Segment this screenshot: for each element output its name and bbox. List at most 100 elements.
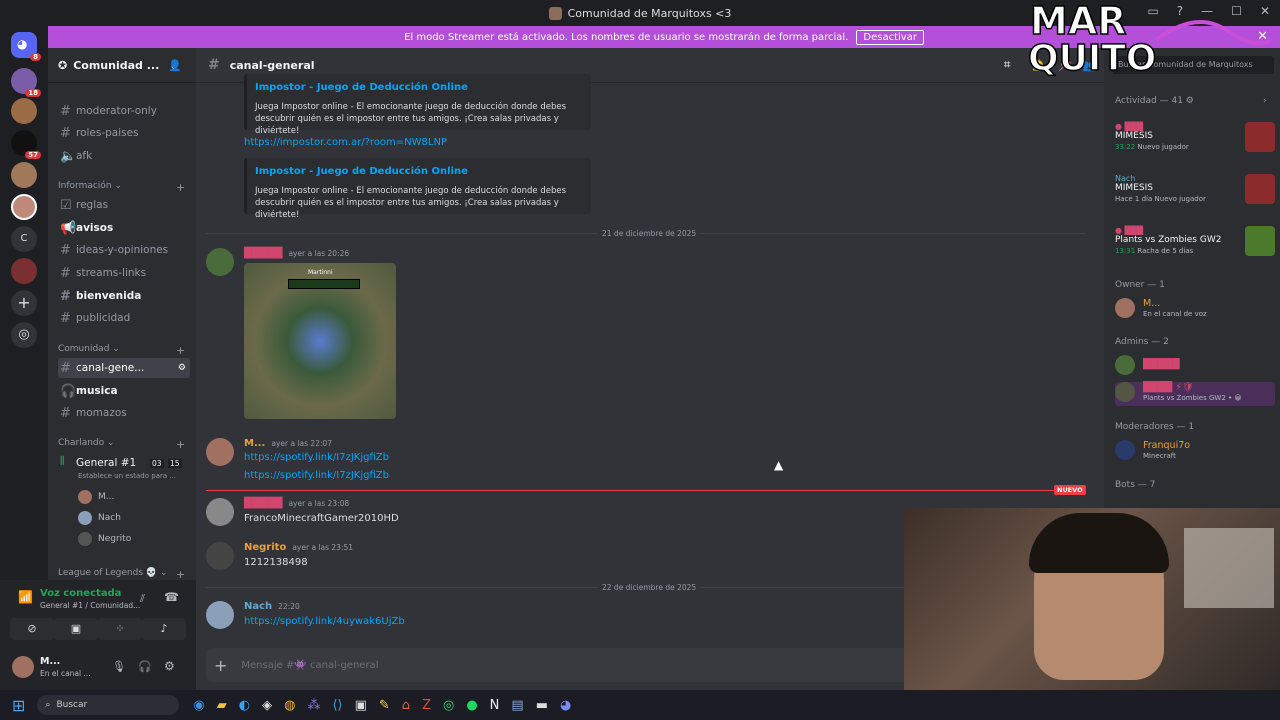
channel-moderator-only[interactable]: # moderator-only	[58, 101, 190, 121]
channel-reglas[interactable]: ☑ reglas	[58, 195, 190, 215]
server-icon[interactable]: 18	[11, 68, 41, 97]
message-link[interactable]: https://impostor.com.ar/?room=NW8LNP	[244, 137, 447, 148]
voice-status-text[interactable]: Establece un estado para ...	[78, 472, 176, 480]
channel-avisos[interactable]: 📢 avisos	[58, 218, 190, 238]
server-icon[interactable]	[11, 98, 37, 124]
category-league-of-legends[interactable]: League of Legends 💀 ⌄ +	[58, 568, 185, 581]
channel-roles-paises[interactable]: # roles-paises	[58, 123, 190, 143]
app-icon[interactable]: ✎	[379, 698, 390, 713]
microphone-icon[interactable]: 🎙	[112, 660, 126, 673]
voice-user[interactable]: Nach	[78, 511, 121, 525]
app-icon[interactable]: ▣	[355, 698, 367, 713]
activity-card[interactable]: ● ███ MIMESIS 33:22 Nuevo jugador	[1115, 122, 1275, 158]
add-member-icon[interactable]: 👤	[168, 59, 182, 72]
voice-user[interactable]: Negrito	[78, 532, 131, 546]
activity-card[interactable]: ● ███ Plants vs Zombies GW2 13:31 Racha …	[1115, 226, 1275, 262]
avatar[interactable]	[206, 248, 234, 276]
server-icon[interactable]	[11, 162, 37, 188]
avatar[interactable]	[206, 542, 234, 570]
discord-icon[interactable]: ◕	[560, 698, 571, 713]
explore-icon[interactable]: ◎	[11, 322, 37, 348]
category-comunidad[interactable]: Comunidad ⌄ +	[58, 344, 185, 357]
app-icon[interactable]: ⌂	[402, 698, 410, 713]
server-name: Comunidad ...	[73, 58, 160, 72]
channel-musica[interactable]: 🎧 musica	[58, 381, 190, 401]
message-author[interactable]: M... ayer a las 22:07	[244, 438, 332, 449]
channel-momazos[interactable]: # momazos	[58, 403, 190, 423]
avatar[interactable]	[206, 601, 234, 629]
windows-start-icon[interactable]: ⊞	[12, 696, 25, 715]
add-channel-icon[interactable]: +	[176, 438, 185, 451]
active-server-icon[interactable]	[11, 194, 37, 220]
whatsapp-icon[interactable]: ◎	[443, 698, 454, 713]
add-server-icon[interactable]: +	[11, 290, 37, 316]
server-header[interactable]: ✪ Comunidad ... ⌄ 👤	[48, 48, 196, 83]
headphones-icon[interactable]: 🎧	[138, 660, 152, 673]
avatar	[78, 511, 92, 525]
activity-card[interactable]: Nach MIMESIS Hace 1 día Nuevo jugador	[1115, 174, 1275, 210]
app-icon[interactable]: ⁂	[307, 698, 320, 713]
discord-home-icon[interactable]: ◕ 8	[11, 32, 41, 61]
terminal-icon[interactable]: ▬	[536, 698, 548, 713]
game-thumbnail	[1245, 122, 1275, 152]
attach-plus-icon[interactable]: +	[214, 656, 227, 675]
message-author[interactable]: Nach 22:20	[244, 601, 300, 612]
spotify-icon[interactable]: ●	[466, 698, 477, 713]
taskbar-search[interactable]: ⌕ Buscar	[37, 695, 180, 715]
message-link[interactable]: https://spotify.link/I7zJKjgfiZb	[244, 470, 389, 481]
threads-icon[interactable]: ⌗	[1004, 58, 1010, 72]
embed-title[interactable]: Impostor - Juego de Deducción Online	[255, 166, 583, 177]
app-icon[interactable]: ▤	[511, 698, 523, 713]
disconnect-icon[interactable]: ☎	[164, 590, 179, 604]
message-author[interactable]: Negrito ayer a las 23:51	[244, 542, 353, 553]
channel-afk[interactable]: 🔈 afk	[58, 146, 190, 166]
camera-off-button[interactable]: ⊘	[10, 618, 54, 640]
chrome-icon[interactable]: ◍	[284, 698, 295, 713]
app-icon[interactable]: ◐	[239, 698, 250, 713]
new-messages-divider	[206, 490, 1082, 491]
vscode-icon[interactable]: ⟨⟩	[332, 698, 342, 713]
deactivate-button[interactable]: Desactivar	[856, 29, 924, 45]
embed-description: Juega Impostor online - El emocionante j…	[255, 186, 566, 220]
server-icon[interactable]: C	[11, 226, 37, 252]
message-author[interactable]: █████ ayer a las 23:08	[244, 498, 349, 509]
activities-button[interactable]: ⁘	[98, 618, 142, 640]
voice-user[interactable]: M...	[78, 490, 114, 504]
avatar[interactable]	[206, 438, 234, 466]
edge-icon[interactable]: ◉	[193, 698, 204, 713]
channel-bienvenida[interactable]: # bienvenida	[58, 286, 190, 306]
embed-title[interactable]: Impostor - Juego de Deducción Online	[255, 82, 583, 93]
message-input[interactable]: Mensaje #👾 canal-general	[241, 660, 378, 671]
user-avatar[interactable]	[12, 656, 34, 678]
streamer-hair	[1029, 513, 1169, 573]
voice-location[interactable]: General #1 / Comunidad...	[40, 601, 140, 610]
server-icon	[548, 6, 562, 20]
add-channel-icon[interactable]: +	[176, 344, 185, 357]
server-icon[interactable]	[11, 258, 37, 284]
channel-streams-links[interactable]: # streams-links	[58, 263, 190, 283]
channel-publicidad[interactable]: # publicidad	[58, 308, 190, 328]
message-image[interactable]: Martinni	[244, 263, 396, 419]
filezilla-icon[interactable]: Z	[422, 698, 431, 713]
voice-channel-general[interactable]: 𝍪 General #1 03 15	[58, 453, 190, 473]
category-informacion[interactable]: Información ⌄ +	[58, 181, 185, 194]
channel-canal-general[interactable]: # canal-gene... ⚙	[58, 358, 190, 378]
soundboard-button[interactable]: ♪	[142, 618, 186, 640]
channel-ideas-y-opiniones[interactable]: # ideas-y-opiniones	[58, 240, 190, 260]
app-icon[interactable]: ◈	[262, 698, 272, 713]
file-explorer-icon[interactable]: ▰	[217, 698, 227, 713]
category-charlando[interactable]: Charlando ⌄ +	[58, 438, 185, 451]
member-admin[interactable]: ████ ⚡🛡 Plants vs Zombies GW2 • 😀	[1115, 382, 1275, 406]
settings-icon[interactable]: ⚙	[178, 363, 186, 373]
activity-header[interactable]: Actividad — 41 ⚙ ›	[1115, 96, 1267, 106]
screen-share-button[interactable]: ▣	[54, 618, 98, 640]
notion-icon[interactable]: N	[490, 698, 500, 713]
add-channel-icon[interactable]: +	[176, 181, 185, 194]
avatar[interactable]	[206, 498, 234, 526]
noise-suppression-icon[interactable]: ⫽	[140, 592, 145, 606]
server-icon[interactable]: 57	[11, 130, 41, 159]
message-author[interactable]: █████ ayer a las 20:26	[244, 248, 349, 259]
message-link[interactable]: https://spotify.link/I7zJKjgfiZb	[244, 452, 389, 463]
message-link[interactable]: https://spotify.link/4uywak6UjZb	[244, 616, 405, 627]
user-settings-icon[interactable]: ⚙	[164, 659, 175, 673]
